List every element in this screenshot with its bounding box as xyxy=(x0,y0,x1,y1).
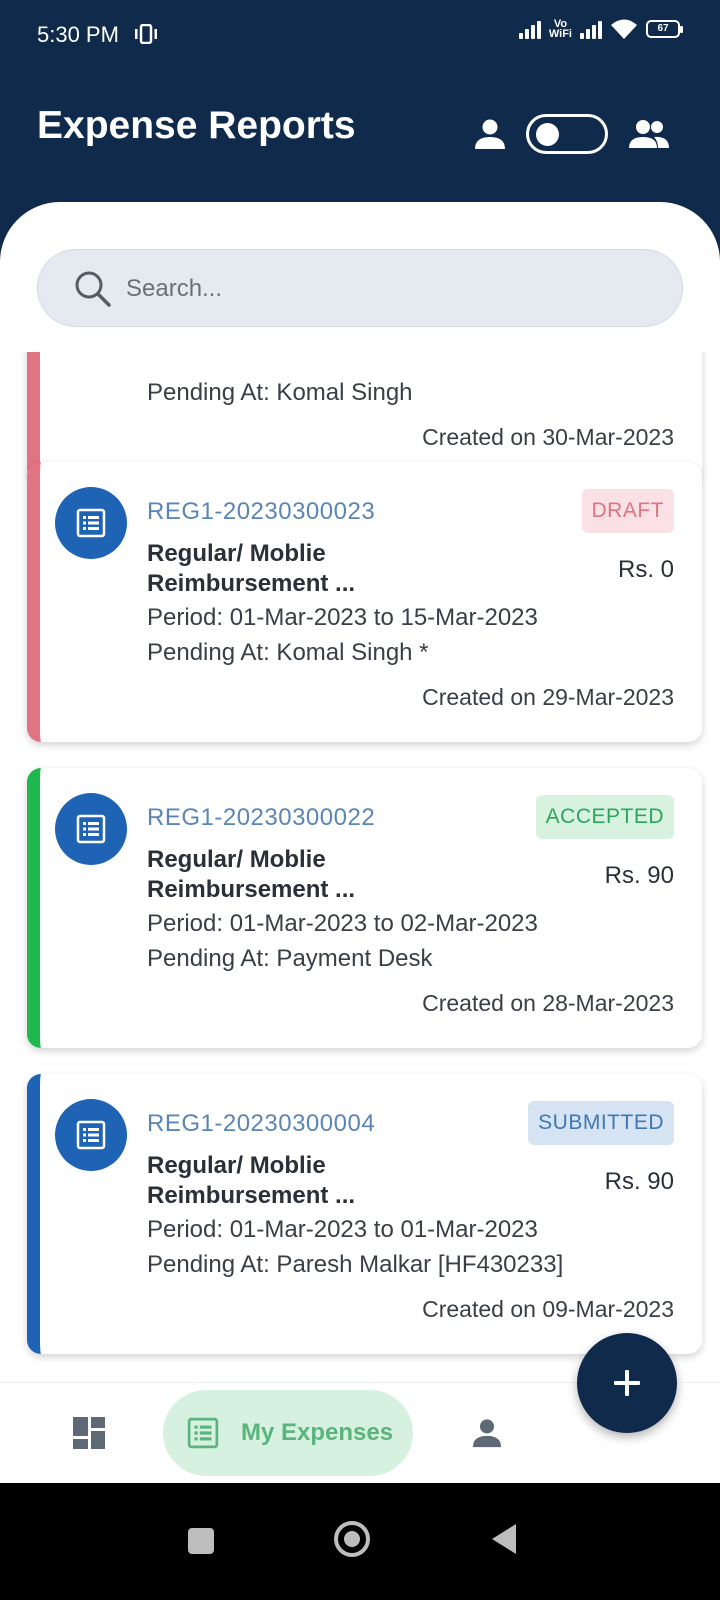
card-amount: Rs. 0 xyxy=(617,556,674,583)
status-badge: SUBMITTED xyxy=(528,1101,674,1145)
search-input[interactable] xyxy=(126,270,646,308)
card-period: Period: 01-Mar-2023 to 02-Mar-2023 xyxy=(147,910,538,937)
expense-card[interactable]: REG1-20230300023 DRAFT Regular/ Moblie R… xyxy=(27,462,702,742)
report-icon xyxy=(55,487,127,559)
content-sheet: Pending At: Komal Singh Created on 30-Ma… xyxy=(0,202,720,1512)
person-icon[interactable] xyxy=(474,118,506,150)
wifi-icon xyxy=(611,19,637,39)
system-navigation-bar xyxy=(0,1483,720,1600)
view-toggle-switch[interactable] xyxy=(526,114,608,154)
card-report-type: Regular/ Moblie Reimbursement ... xyxy=(147,846,356,903)
vowifi-indicator: Vo WiFi xyxy=(548,18,572,40)
list-icon xyxy=(187,1417,219,1449)
page-title: Expense Reports xyxy=(37,104,356,147)
home-button[interactable] xyxy=(334,1521,370,1557)
report-icon xyxy=(55,793,127,865)
card-created-date: Created on 09-Mar-2023 xyxy=(422,1296,674,1322)
card-report-id: REG1-20230300023 xyxy=(147,498,376,525)
group-icon[interactable] xyxy=(628,118,670,150)
status-badge: ACCEPTED xyxy=(535,795,674,839)
back-button[interactable] xyxy=(492,1524,516,1554)
card-report-type: Regular/ Moblie Reimbursement ... xyxy=(147,1152,356,1209)
status-badge: DRAFT xyxy=(581,489,674,533)
nav-my-expenses[interactable]: My Expenses xyxy=(163,1390,413,1476)
expense-list[interactable]: Pending At: Komal Singh Created on 30-Ma… xyxy=(0,352,720,1407)
toggle-knob xyxy=(536,123,559,146)
vibrate-icon xyxy=(135,24,157,44)
card-period: Period: 01-Mar-2023 to 15-Mar-2023 xyxy=(147,604,538,631)
card-pending: Pending At: Komal Singh * xyxy=(147,639,429,666)
expense-card[interactable]: REG1-20230300022 ACCEPTED Regular/ Mobli… xyxy=(27,768,702,1048)
search-bar[interactable] xyxy=(37,249,683,327)
status-icons: Vo WiFi 67 xyxy=(518,18,683,40)
card-created-date: Created on 28-Mar-2023 xyxy=(422,990,674,1016)
card-pending: Pending At: Komal Singh xyxy=(147,379,413,406)
battery-icon: 67 xyxy=(646,20,683,38)
battery-level: 67 xyxy=(657,23,669,34)
profile-icon[interactable] xyxy=(472,1418,502,1448)
plus-icon xyxy=(614,1370,640,1396)
card-report-type: Regular/ Moblie Reimbursement ... xyxy=(147,540,356,597)
card-amount: Rs. 90 xyxy=(604,862,674,889)
recent-apps-button[interactable] xyxy=(188,1528,214,1554)
status-bar: 5:30 PM Vo WiFi 67 xyxy=(0,0,720,70)
card-period: Period: 01-Mar-2023 to 01-Mar-2023 xyxy=(147,1216,538,1243)
signal-icon xyxy=(518,19,541,39)
dashboard-icon[interactable] xyxy=(72,1416,106,1450)
card-created-date: Created on 29-Mar-2023 xyxy=(422,684,674,710)
nav-my-expenses-label: My Expenses xyxy=(241,1419,394,1446)
report-icon xyxy=(55,1099,127,1171)
search-icon xyxy=(75,271,111,307)
card-created-date: Created on 30-Mar-2023 xyxy=(422,424,674,450)
card-report-id: REG1-20230300022 xyxy=(147,804,376,831)
header-actions xyxy=(474,114,670,154)
card-amount: Rs. 90 xyxy=(604,1168,674,1195)
signal-icon-2 xyxy=(580,19,602,39)
card-pending: Pending At: Payment Desk xyxy=(147,945,433,972)
add-expense-button[interactable] xyxy=(577,1333,677,1433)
status-time: 5:30 PM xyxy=(37,22,119,47)
card-report-id: REG1-20230300004 xyxy=(147,1110,376,1137)
card-pending: Pending At: Paresh Malkar [HF430233] xyxy=(147,1251,564,1278)
expense-card[interactable]: REG1-20230300004 SUBMITTED Regular/ Mobl… xyxy=(27,1074,702,1354)
